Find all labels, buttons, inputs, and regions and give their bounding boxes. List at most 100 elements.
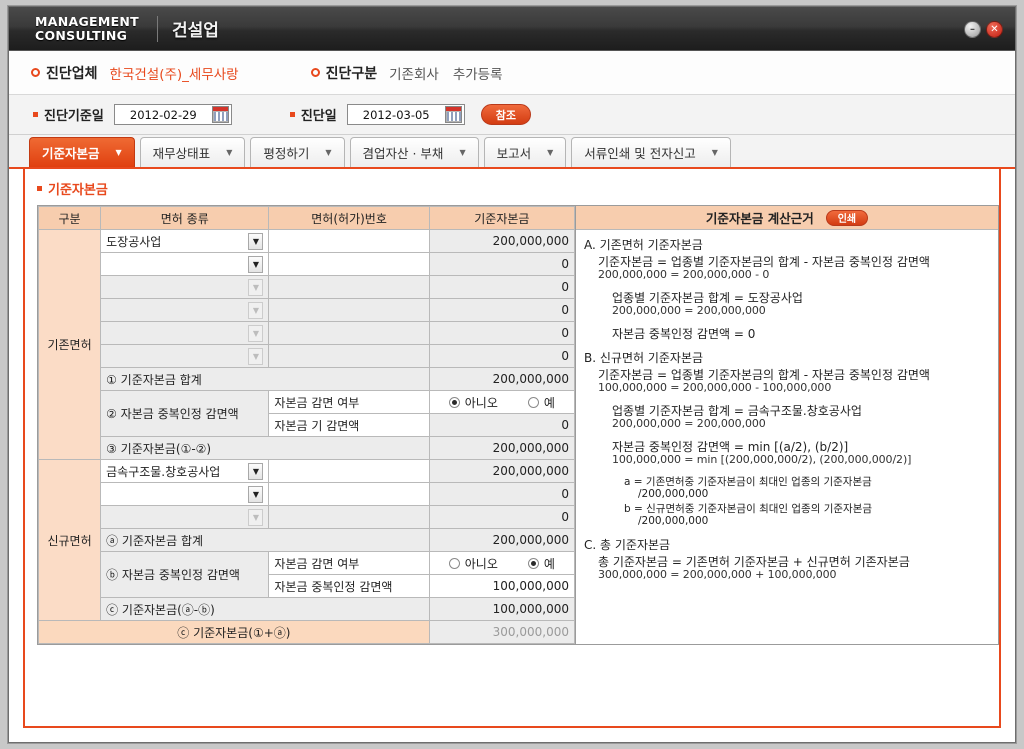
diagnosis-date-value: 2012-03-05 xyxy=(362,107,430,122)
base-capital-cell[interactable]: 0 xyxy=(428,344,576,368)
chevron-down-icon[interactable]: ▼ xyxy=(248,485,264,503)
grand-total-value: 300,000,000 xyxy=(428,620,576,644)
license-type-cell[interactable]: ▼ xyxy=(100,482,270,506)
tab-2[interactable]: 평정하기 ▼ xyxy=(250,137,345,167)
existing-deduction-radio-yes[interactable]: 예 xyxy=(527,394,555,411)
license-type-cell[interactable]: ▼ xyxy=(100,275,270,299)
base-capital-cell[interactable]: 0 xyxy=(428,298,576,322)
calculation-header: 기준자본금 계산근거 인쇄 xyxy=(576,206,998,230)
base-capital-cell[interactable]: 200,000,000 xyxy=(428,229,576,253)
square-bullet-icon xyxy=(289,112,295,117)
circle-bullet-icon xyxy=(31,68,40,77)
existing-deduction-radio-cell: 아니오 예 xyxy=(428,390,576,414)
diagnosis-date-label: 진단일 xyxy=(300,109,337,124)
existing-deduction-question: 자본금 감면 여부 xyxy=(268,390,430,414)
license-type-cell[interactable]: ▼ xyxy=(100,321,270,345)
additional-registration-link[interactable]: 추가등록 xyxy=(453,63,503,83)
minimize-button[interactable]: – xyxy=(964,21,981,38)
base-capital-cell[interactable]: 200,000,000 xyxy=(428,459,576,483)
calc-b-a-line1: a = 기존면허중 기준자본금이 최대인 업종의 기준자본금 xyxy=(624,476,872,489)
base-capital-cell[interactable]: 0 xyxy=(428,482,576,506)
chevron-down-icon[interactable]: ▼ xyxy=(248,255,264,273)
group-label-new: 신규면허 xyxy=(37,459,102,621)
calendar-icon[interactable] xyxy=(444,106,462,123)
new-deduction-radio-cell: 아니오 예 xyxy=(428,551,576,575)
calc-section-c-title: C. 총 기준자본금 xyxy=(584,537,671,552)
radio-dot-icon xyxy=(448,396,460,408)
license-type-cell[interactable]: 금속구조물.창호공사업 ▼ xyxy=(100,459,270,483)
chevron-down-icon[interactable]: ▼ xyxy=(248,508,264,526)
base-capital-cell[interactable]: 0 xyxy=(428,275,576,299)
existing-deduction-amount-label: 자본금 기 감면액 xyxy=(268,413,430,437)
calculation-header-text: 기준자본금 계산근거 xyxy=(705,211,814,226)
license-type-cell[interactable]: ▼ xyxy=(100,505,270,529)
radio-label: 아니오 xyxy=(464,556,498,571)
col-header-base-capital: 기준자본금 xyxy=(428,206,576,230)
new-deduction-radio-yes[interactable]: 예 xyxy=(527,555,555,572)
chevron-down-icon: ▼ xyxy=(115,148,122,157)
existing-total-label: ③ 기준자본금(①-②) xyxy=(100,436,430,460)
new-deduction-radio-no[interactable]: 아니오 xyxy=(448,555,498,572)
chevron-down-icon[interactable]: ▼ xyxy=(248,301,264,319)
base-capital-cell[interactable]: 0 xyxy=(428,505,576,529)
calc-c-line2: 300,000,000 = 200,000,000 + 100,000,000 xyxy=(598,567,837,581)
calculation-body: A. 기존면허 기준자본금 기준자본금 = 업종별 기준자본금의 합계 - 자본… xyxy=(576,230,998,644)
existing-deduction-radio-no[interactable]: 아니오 xyxy=(448,394,498,411)
license-number-cell[interactable] xyxy=(268,505,430,529)
license-number-cell[interactable] xyxy=(268,482,430,506)
company-label: 진단업체 xyxy=(46,65,98,82)
base-capital-cell[interactable]: 0 xyxy=(428,252,576,276)
chevron-down-icon[interactable]: ▼ xyxy=(248,232,264,250)
chevron-down-icon[interactable]: ▼ xyxy=(248,324,264,342)
chevron-down-icon[interactable]: ▼ xyxy=(248,278,264,296)
print-button[interactable]: 인쇄 xyxy=(825,209,869,226)
license-number-cell[interactable] xyxy=(268,344,430,368)
company-value: 한국건설(주)_세무사랑 xyxy=(109,66,239,83)
radio-dot-icon xyxy=(527,557,539,569)
license-number-cell[interactable] xyxy=(268,298,430,322)
license-number-cell[interactable] xyxy=(268,459,430,483)
tab-0[interactable]: 기준자본금 ▼ xyxy=(29,137,135,167)
diagnosis-date-group: 진단일 2012-03-05 참조 xyxy=(289,104,531,125)
calc-b-a-line2: /200,000,000 xyxy=(638,488,709,501)
reference-button[interactable]: 참조 xyxy=(480,104,531,125)
existing-deduction-amount-value[interactable]: 0 xyxy=(428,413,576,437)
tab-3[interactable]: 겸업자산 · 부채 ▼ xyxy=(349,137,479,167)
license-number-cell[interactable] xyxy=(268,275,430,299)
base-date-input[interactable]: 2012-02-29 xyxy=(113,104,232,125)
new-total-value: 100,000,000 xyxy=(428,597,576,621)
chevron-down-icon[interactable]: ▼ xyxy=(248,347,264,365)
base-date-value: 2012-02-29 xyxy=(129,107,197,122)
calendar-icon[interactable] xyxy=(211,106,229,123)
tab-label: 서류인쇄 및 전자신고 xyxy=(584,146,696,161)
group-label-existing: 기존면허 xyxy=(37,229,102,460)
chevron-down-icon[interactable]: ▼ xyxy=(248,462,264,480)
license-type-cell[interactable]: ▼ xyxy=(100,344,270,368)
grand-total-label: ⓒ 기준자본금(①+ⓐ) xyxy=(38,620,430,644)
license-type-cell[interactable]: 도장공사업 ▼ xyxy=(100,229,270,253)
license-number-cell[interactable] xyxy=(268,252,430,276)
license-type-cell[interactable]: ▼ xyxy=(100,252,270,276)
tab-4[interactable]: 보고서 ▼ xyxy=(483,137,567,167)
license-type-text: 도장공사업 xyxy=(106,234,162,249)
calc-b-var-b: b = 신규면허중 기준자본금이 최대인 업종의 기준자본금 /200,000,… xyxy=(624,503,990,528)
calc-b-line2: 100,000,000 = 200,000,000 - 100,000,000 xyxy=(598,380,832,394)
tab-1[interactable]: 재무상태표 ▼ xyxy=(139,137,246,167)
radio-dot-icon xyxy=(527,396,539,408)
license-number-cell[interactable] xyxy=(268,321,430,345)
tab-5[interactable]: 서류인쇄 및 전자신고 ▼ xyxy=(571,137,731,167)
new-deduction-amount-value[interactable]: 100,000,000 xyxy=(428,574,576,598)
tab-label: 재무상태표 xyxy=(152,146,211,161)
license-type-cell[interactable]: ▼ xyxy=(100,298,270,322)
diagnosis-date-input[interactable]: 2012-03-05 xyxy=(346,104,465,125)
close-button[interactable]: ✕ xyxy=(986,21,1003,38)
existing-sum-label: ① 기준자본금 합계 xyxy=(100,367,430,391)
new-deduction-question: 자본금 감면 여부 xyxy=(268,551,430,575)
base-capital-cell[interactable]: 0 xyxy=(428,321,576,345)
license-number-cell[interactable] xyxy=(268,229,430,253)
radio-label: 아니오 xyxy=(464,395,498,410)
calc-b-b-line1: b = 신규면허중 기준자본금이 최대인 업종의 기준자본금 xyxy=(624,502,873,515)
calc-section-a-title: A. 기존면허 기준자본금 xyxy=(584,238,703,252)
table-row: ⓑ 자본금 중복인정 감면액 자본금 감면 여부 아니오 예 xyxy=(39,551,576,598)
table-row: 신규면허 금속구조물.창호공사업 ▼ 200,000,000 xyxy=(37,459,576,621)
